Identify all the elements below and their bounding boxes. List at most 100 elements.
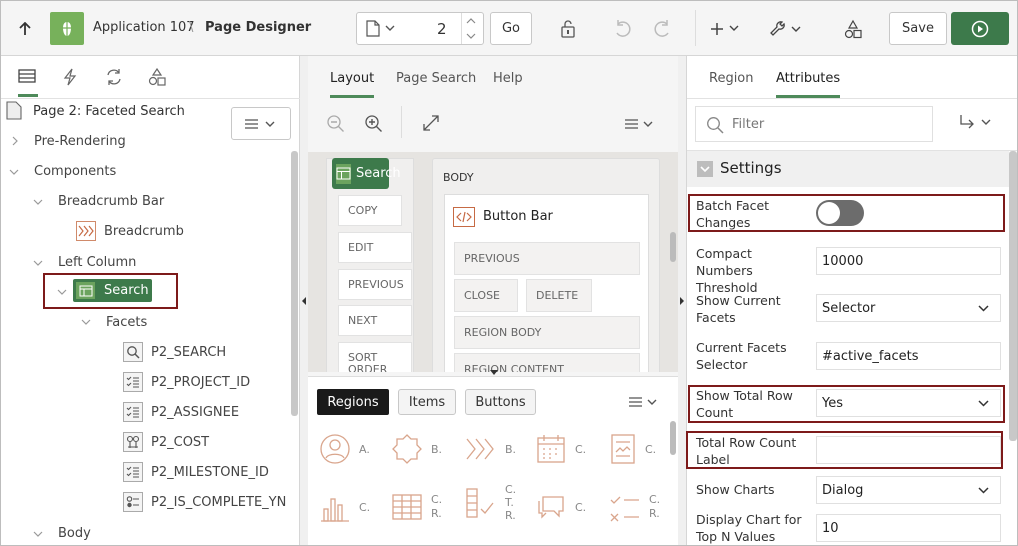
button-slot-copy[interactable]: COPY bbox=[338, 195, 402, 226]
tree-node-breadcrumb-bar[interactable]: Breadcrumb Bar bbox=[58, 188, 164, 214]
tree-node-left-column[interactable]: Left Column bbox=[58, 249, 136, 275]
chevron-down-icon[interactable] bbox=[57, 288, 67, 296]
button-slot-previous[interactable]: PREVIOUS bbox=[338, 269, 412, 300]
tree-node-search-selected[interactable]: Search bbox=[73, 279, 152, 302]
add-menu-button[interactable] bbox=[708, 17, 744, 41]
go-button[interactable]: Go bbox=[490, 12, 532, 45]
tree-node-label: P2_ASSIGNEE bbox=[151, 404, 240, 420]
tree-node-item[interactable]: P2_ASSIGNEE bbox=[123, 399, 239, 425]
wrench-menu-button[interactable] bbox=[766, 16, 806, 42]
select-value: Dialog bbox=[822, 482, 864, 498]
scrollbar-thumb[interactable] bbox=[291, 151, 298, 416]
dynamic-actions-tab-icon[interactable] bbox=[62, 68, 78, 86]
zoom-out-icon[interactable] bbox=[326, 114, 346, 134]
button-slot-sort-order[interactable]: SORT ORDER bbox=[338, 342, 412, 372]
up-arrow-icon[interactable] bbox=[14, 18, 36, 40]
tab-attributes[interactable]: Attributes bbox=[776, 58, 841, 98]
chevron-down-icon[interactable] bbox=[466, 33, 476, 40]
redo-icon[interactable] bbox=[650, 17, 674, 41]
rendering-tree-pane: Page 2: Faceted Search Pre-Rendering Com… bbox=[0, 56, 300, 546]
tree-node-breadcrumb[interactable]: Breadcrumb bbox=[76, 218, 184, 244]
button-slot-next[interactable]: NEXT bbox=[338, 305, 412, 336]
gallery-item[interactable]: C. bbox=[535, 491, 586, 523]
unlock-icon[interactable] bbox=[556, 17, 580, 41]
breadcrumb-region-icon bbox=[76, 221, 96, 241]
run-page-button[interactable] bbox=[951, 12, 1009, 45]
slot-region-content[interactable]: REGION CONTENT bbox=[454, 353, 640, 372]
zoom-in-icon[interactable] bbox=[364, 114, 384, 134]
tab-help[interactable]: Help bbox=[493, 58, 523, 98]
current-facets-selector-input[interactable]: #active_facets bbox=[816, 342, 1001, 370]
settings-group-header[interactable]: Settings bbox=[687, 151, 1009, 187]
button-bar-region[interactable]: Button Bar PREVIOUS CLOSE DELETE REGION … bbox=[444, 194, 649, 372]
page-title[interactable]: Page 2: Faceted Search bbox=[33, 104, 185, 119]
shared-components-tab-icon[interactable] bbox=[148, 68, 166, 86]
chevron-down-icon[interactable] bbox=[81, 318, 91, 326]
chevron-right-icon[interactable] bbox=[11, 136, 19, 146]
app-logo-icon[interactable] bbox=[50, 12, 84, 45]
tree-node-facets[interactable]: Facets bbox=[106, 309, 147, 335]
canvas-scrollbar-thumb[interactable] bbox=[670, 232, 676, 262]
gallery-item[interactable]: C. T. R. bbox=[465, 483, 516, 522]
gallery-tab-items[interactable]: Items bbox=[398, 389, 456, 415]
tree-node-item[interactable]: P2_MILESTONE_ID bbox=[123, 459, 269, 485]
slot-delete[interactable]: DELETE bbox=[526, 279, 592, 312]
shared-components-icon[interactable] bbox=[840, 16, 866, 42]
gallery-item[interactable]: B. bbox=[391, 433, 442, 465]
page-number-input[interactable]: 2 bbox=[437, 20, 447, 38]
layout-menu-button[interactable] bbox=[624, 118, 654, 130]
show-current-facets-select[interactable]: Selector bbox=[816, 294, 1001, 322]
filter-input[interactable]: Filter bbox=[695, 106, 933, 142]
tab-region[interactable]: Region bbox=[709, 58, 754, 98]
gallery-item[interactable]: C. bbox=[535, 433, 586, 465]
gallery-item[interactable]: C. R. bbox=[609, 491, 660, 523]
left-splitter[interactable] bbox=[300, 56, 308, 546]
gallery-item[interactable]: C. bbox=[609, 433, 656, 465]
save-button[interactable]: Save bbox=[889, 12, 947, 45]
tree-menu-button[interactable] bbox=[231, 107, 291, 140]
go-to-group-button[interactable] bbox=[957, 114, 995, 132]
chevron-up-icon[interactable] bbox=[466, 17, 476, 24]
slot-previous[interactable]: PREVIOUS bbox=[454, 242, 640, 275]
chevron-down-icon[interactable] bbox=[33, 530, 43, 538]
tab-layout[interactable]: Layout bbox=[330, 58, 375, 98]
button-slot-edit[interactable]: EDIT bbox=[338, 232, 412, 263]
gallery-tab-buttons[interactable]: Buttons bbox=[465, 389, 536, 415]
expand-icon[interactable] bbox=[422, 114, 440, 132]
gallery-item[interactable]: A. bbox=[319, 433, 370, 465]
rendering-tab-icon[interactable] bbox=[18, 68, 36, 84]
tree-node-components[interactable]: Components bbox=[34, 158, 116, 184]
gallery-scrollbar-thumb[interactable] bbox=[670, 421, 676, 455]
slot-region-body[interactable]: REGION BODY bbox=[454, 316, 640, 349]
search-region-block[interactable]: Search bbox=[332, 158, 401, 189]
batch-facet-toggle[interactable] bbox=[816, 200, 864, 226]
tree-node-item[interactable]: P2_COST bbox=[123, 429, 209, 455]
chevron-down-icon[interactable] bbox=[33, 198, 43, 206]
scrollbar-thumb[interactable] bbox=[1009, 151, 1017, 441]
chevron-down-icon[interactable] bbox=[33, 259, 43, 267]
gallery-item[interactable]: C. R. bbox=[391, 491, 442, 523]
processing-tab-icon[interactable] bbox=[105, 68, 123, 86]
tab-page-search[interactable]: Page Search bbox=[396, 58, 476, 98]
gallery-item[interactable]: B. bbox=[465, 433, 516, 465]
page-selector[interactable]: 2 bbox=[356, 12, 484, 45]
tree-node-item[interactable]: P2_SEARCH bbox=[123, 339, 226, 365]
slot-close[interactable]: CLOSE bbox=[454, 279, 518, 312]
undo-icon[interactable] bbox=[611, 17, 635, 41]
right-splitter[interactable] bbox=[678, 56, 686, 546]
tree-node-item[interactable]: P2_PROJECT_ID bbox=[123, 369, 250, 395]
tree-node-item[interactable]: P2_IS_COMPLETE_YN bbox=[123, 489, 286, 515]
tree-node-body[interactable]: Body bbox=[58, 520, 91, 546]
layout-pane: Layout Page Search Help Search COPY EDIT… bbox=[308, 56, 678, 546]
gallery-item[interactable]: C. bbox=[319, 491, 370, 523]
compact-numbers-input[interactable]: 10000 bbox=[816, 247, 1001, 275]
display-chart-top-n-input[interactable]: 10 bbox=[816, 514, 1001, 542]
app-name-link[interactable]: Application 107 bbox=[93, 20, 195, 35]
tree-node-pre-rendering[interactable]: Pre-Rendering bbox=[34, 128, 126, 154]
gallery-tab-regions[interactable]: Regions bbox=[317, 389, 389, 415]
chevron-down-icon[interactable] bbox=[9, 168, 19, 176]
show-total-row-count-select[interactable]: Yes bbox=[816, 389, 1001, 417]
gallery-menu-button[interactable] bbox=[628, 396, 658, 408]
show-charts-select[interactable]: Dialog bbox=[816, 476, 1001, 504]
total-row-count-label-input[interactable] bbox=[816, 436, 1001, 464]
